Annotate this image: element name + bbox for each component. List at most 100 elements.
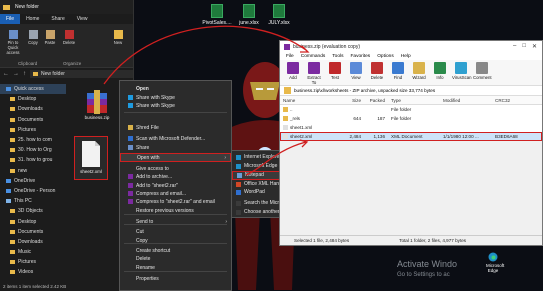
nav-item[interactable]: OneDrive - Person bbox=[0, 186, 66, 196]
context-menu-item[interactable]: Copy bbox=[120, 236, 231, 245]
nav-item[interactable]: Videos bbox=[0, 267, 66, 277]
context-menu-item[interactable]: Cut bbox=[120, 227, 231, 236]
nav-item[interactable]: 3D Objects bbox=[0, 206, 66, 216]
toolbar-button[interactable]: Info bbox=[431, 62, 449, 80]
desktop-file-june[interactable]: june.xlsx bbox=[234, 4, 264, 26]
context-menu-item[interactable]: Delete bbox=[120, 254, 231, 263]
column-name[interactable]: Name bbox=[280, 98, 336, 103]
paste-button[interactable]: Paste bbox=[42, 30, 58, 45]
nav-item[interactable]: Documents bbox=[0, 115, 66, 125]
file-business-zip[interactable]: business.zip bbox=[80, 90, 114, 120]
toolbar-button[interactable]: Extract To bbox=[305, 62, 323, 85]
context-menu-item[interactable]: Scan with Microsoft Defender... bbox=[120, 134, 231, 143]
nav-item[interactable]: 31. how to grou bbox=[0, 155, 66, 165]
column-packed[interactable]: Packed bbox=[364, 98, 388, 103]
toolbar-button[interactable]: Add bbox=[284, 62, 302, 80]
nav-item[interactable]: Documents bbox=[0, 227, 66, 237]
menu-item[interactable]: Favorites bbox=[350, 54, 370, 59]
table-row[interactable]: sheet2.xml 2,484 1,136 XML Document 1/1/1980… bbox=[280, 132, 542, 141]
context-menu-item[interactable]: Open with › bbox=[120, 153, 231, 162]
toolbar-icon bbox=[476, 62, 488, 74]
nav-item[interactable]: This PC bbox=[0, 196, 66, 206]
context-menu-item[interactable]: Send to › bbox=[120, 217, 231, 226]
navigation-pane: Quick access Desktop Downloads Documents Pic… bbox=[0, 84, 66, 283]
toolbar-icon bbox=[392, 62, 404, 74]
menu-item-icon bbox=[128, 229, 133, 234]
nav-item[interactable]: 30. How to Org bbox=[0, 145, 66, 155]
column-modified[interactable]: Modified bbox=[440, 98, 492, 103]
new-folder-button[interactable]: New bbox=[112, 30, 124, 45]
tab-file[interactable]: File bbox=[0, 14, 21, 24]
activate-windows-watermark: Activate Windo Go to Settings to ac bbox=[397, 259, 458, 278]
nav-item[interactable]: new bbox=[0, 166, 66, 176]
nav-item[interactable]: Quick access bbox=[0, 84, 66, 95]
up-arrow-icon[interactable]: ↑ bbox=[23, 71, 26, 77]
toolbar-button[interactable]: VirusScan bbox=[452, 62, 472, 80]
context-menu-item[interactable]: Share bbox=[120, 143, 231, 152]
folder-icon bbox=[10, 250, 15, 255]
folder-icon bbox=[283, 107, 288, 113]
nav-item[interactable]: Desktop bbox=[0, 94, 66, 104]
table-row[interactable]: sheet1.xml bbox=[280, 123, 542, 132]
folder-icon bbox=[10, 239, 15, 244]
folder-icon bbox=[6, 199, 11, 204]
menu-item[interactable]: Tools bbox=[332, 54, 343, 59]
context-menu-item[interactable]: Restore previous versions bbox=[120, 206, 231, 215]
nav-item[interactable]: Music bbox=[0, 247, 66, 257]
pin-quick-access-button[interactable]: Pin to Quick access bbox=[2, 30, 24, 55]
address-field[interactable]: New folder bbox=[30, 70, 133, 78]
context-menu-item[interactable]: Share with Skype bbox=[120, 101, 231, 110]
nav-item[interactable]: 25. how to com bbox=[0, 135, 66, 145]
folder-icon bbox=[10, 209, 15, 214]
close-icon[interactable]: ✕ bbox=[532, 43, 537, 50]
table-row[interactable]: _rels 644 187 File folder bbox=[280, 114, 542, 123]
toolbar-button[interactable]: View bbox=[347, 62, 365, 80]
back-arrow-icon[interactable]: ← bbox=[3, 71, 9, 77]
toolbar-button[interactable]: Comment bbox=[473, 62, 492, 80]
nav-item[interactable]: OneDrive bbox=[0, 176, 66, 186]
column-type[interactable]: Type bbox=[388, 98, 440, 103]
menu-item[interactable]: Commands bbox=[301, 54, 326, 59]
forward-arrow-icon[interactable]: → bbox=[13, 71, 19, 77]
column-crc32[interactable]: CRC32 bbox=[492, 98, 532, 103]
winrar-archive-icon bbox=[87, 90, 107, 114]
copy-button[interactable]: Copy bbox=[26, 30, 40, 45]
desktop-edge-shortcut[interactable]: Microsoft Edge bbox=[486, 252, 504, 273]
table-cell: File folder bbox=[391, 116, 412, 121]
context-menu-item[interactable]: Rename bbox=[120, 263, 231, 272]
delete-button[interactable]: Delete bbox=[62, 30, 76, 45]
context-menu-item[interactable]: Shred File bbox=[120, 123, 231, 132]
menu-item[interactable]: File bbox=[286, 54, 294, 59]
toolbar-icon bbox=[350, 62, 362, 74]
nav-item[interactable]: Desktop bbox=[0, 216, 66, 226]
nav-item[interactable]: Downloads bbox=[0, 104, 66, 114]
app-icon bbox=[236, 181, 241, 187]
maximize-icon[interactable]: □ bbox=[522, 43, 526, 50]
file-sheet2-xml[interactable]: sheet2.xml bbox=[74, 136, 108, 180]
desktop-file-pivotsales[interactable]: PivotSales.... bbox=[202, 4, 232, 26]
menu-item[interactable]: Options bbox=[377, 54, 394, 59]
context-menu-item[interactable]: Properties bbox=[120, 274, 231, 283]
toolbar-button[interactable]: Delete bbox=[368, 62, 386, 80]
tab-view[interactable]: View bbox=[71, 14, 94, 24]
toolbar-button[interactable]: Find bbox=[389, 62, 407, 80]
desktop-file-july[interactable]: JULY.xlsx bbox=[264, 4, 294, 26]
context-menu-item[interactable]: Add to archive... bbox=[120, 172, 231, 181]
minimize-icon[interactable]: – bbox=[513, 43, 516, 50]
nav-item[interactable]: Downloads bbox=[0, 237, 66, 247]
tab-home[interactable]: Home bbox=[20, 14, 45, 24]
folder-icon bbox=[10, 148, 15, 153]
context-menu-item[interactable]: Open bbox=[120, 84, 231, 93]
column-size[interactable]: Size bbox=[336, 98, 364, 103]
toolbar-icon bbox=[434, 62, 446, 74]
toolbar-button[interactable]: Wizard bbox=[410, 62, 428, 80]
nav-item[interactable]: Pictures bbox=[0, 257, 66, 267]
menu-item[interactable]: Help bbox=[401, 54, 411, 59]
desktop-file-label: june.xlsx bbox=[239, 20, 259, 26]
toolbar-button[interactable]: Test bbox=[326, 62, 344, 80]
tab-share[interactable]: Share bbox=[45, 14, 70, 24]
up-folder-icon[interactable] bbox=[284, 87, 291, 94]
context-menu-item[interactable]: Compress to "sheet2.rar" and email bbox=[120, 197, 231, 206]
table-row[interactable]: .. File folder bbox=[280, 105, 542, 114]
nav-item[interactable]: Pictures bbox=[0, 125, 66, 135]
